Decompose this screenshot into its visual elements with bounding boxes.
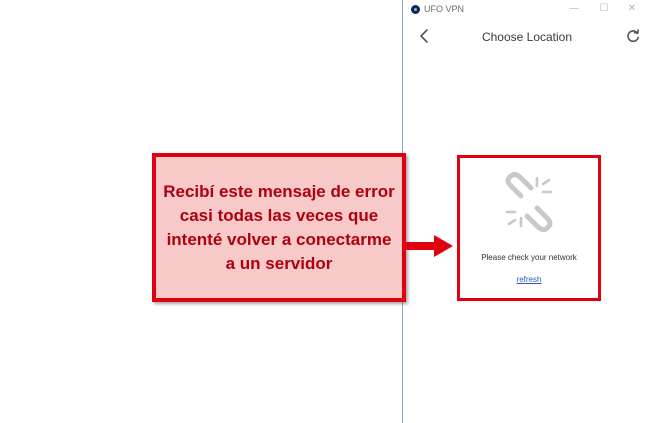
annotation-callout: Recibí este mensaje de error casi todas …: [152, 153, 406, 302]
app-logo: [411, 5, 420, 14]
page-title: Choose Location: [481, 30, 573, 44]
app-title: UFO VPN: [424, 4, 465, 14]
network-error-panel: Please check your network refresh: [457, 155, 601, 301]
broken-link-icon: [505, 172, 553, 232]
refresh-link[interactable]: refresh: [460, 275, 598, 284]
refresh-icon[interactable]: [625, 28, 641, 44]
nav-bar: Choose Location: [403, 22, 650, 52]
minimize-button[interactable]: —: [567, 2, 581, 16]
title-bar: UFO VPN — ☐ ✕: [403, 0, 650, 20]
annotation-text: Recibí este mensaje de error casi todas …: [163, 181, 395, 273]
arrow-right-icon: [406, 235, 453, 257]
maximize-button[interactable]: ☐: [597, 2, 611, 16]
error-message: Please check your network: [481, 253, 577, 262]
close-button[interactable]: ✕: [625, 2, 639, 16]
